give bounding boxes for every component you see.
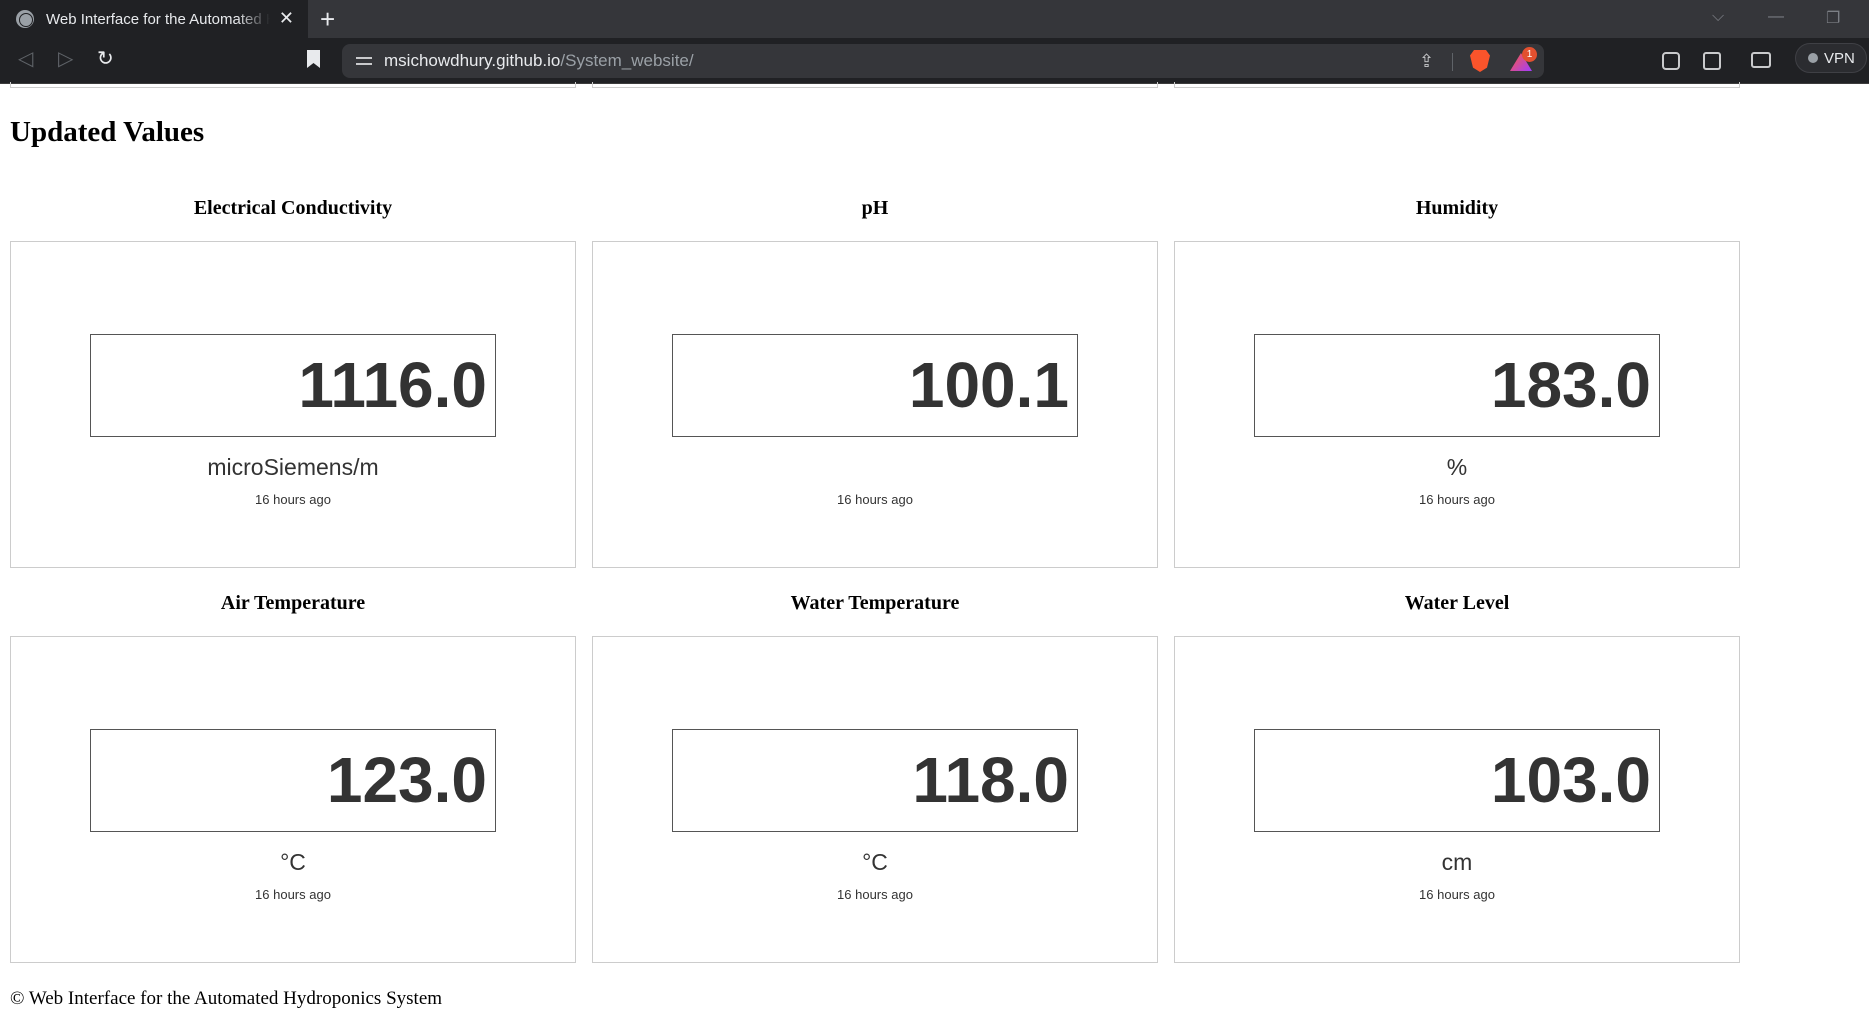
value-display: 1116.0 <box>90 334 496 437</box>
timestamp: 16 hours ago <box>255 492 331 507</box>
minimize-icon[interactable]: — <box>1768 8 1784 26</box>
tab-bar: Web Interface for the Automated Hydropon… <box>0 0 1869 38</box>
close-tab-icon[interactable]: ✕ <box>279 8 294 28</box>
vpn-button[interactable]: VPN <box>1795 43 1867 73</box>
card-water-level: 103.0 cm 16 hours ago <box>1174 636 1740 963</box>
card-ph: 100.1 16 hours ago <box>592 241 1158 568</box>
vpn-label: VPN <box>1824 49 1855 67</box>
unit-label: % <box>1446 454 1468 480</box>
value-display: 118.0 <box>672 729 1078 832</box>
reload-icon[interactable]: ↻ <box>97 48 114 70</box>
value-display: 100.1 <box>672 334 1078 437</box>
page-content: Updated Values Electrical Conductivity 1… <box>0 82 1869 1025</box>
card-title-ph: pH <box>861 197 889 219</box>
brave-shields-icon[interactable] <box>1470 50 1490 72</box>
browser-toolbar: ◁ ▷ ↻ msichowdhury.github.io/System_webs… <box>0 38 1869 84</box>
timestamp: 16 hours ago <box>1419 492 1495 507</box>
timestamp: 16 hours ago <box>1419 887 1495 902</box>
timestamp: 16 hours ago <box>837 887 913 902</box>
vpn-status-icon <box>1808 53 1818 63</box>
timestamp: 16 hours ago <box>255 887 331 902</box>
value-display: 103.0 <box>1254 729 1660 832</box>
value-display: 183.0 <box>1254 334 1660 437</box>
site-info-icon[interactable] <box>356 53 372 69</box>
unit-label: microSiemens/m <box>207 454 379 480</box>
card-title-air-temperature: Air Temperature <box>220 592 366 614</box>
card-title-water-temperature: Water Temperature <box>790 592 960 614</box>
card-electrical-conductivity: 1116.0 microSiemens/m 16 hours ago <box>10 241 576 568</box>
value-display: 123.0 <box>90 729 496 832</box>
footer-copyright: © Web Interface for the Automated Hydrop… <box>10 988 443 1009</box>
previous-card-edge <box>592 82 1158 88</box>
share-icon[interactable]: ⇪ <box>1419 51 1434 72</box>
wallet-icon[interactable] <box>1751 52 1771 68</box>
unit-label: °C <box>280 849 306 875</box>
divider <box>1452 53 1453 71</box>
previous-card-edge <box>1174 82 1740 88</box>
forward-icon[interactable]: ▷ <box>58 48 73 70</box>
section-title: Updated Values <box>10 116 205 148</box>
bookmark-icon[interactable] <box>307 50 320 68</box>
card-title-water-level: Water Level <box>1404 592 1510 614</box>
tab-title: Web Interface for the Automated Hydropon… <box>46 10 270 28</box>
globe-icon <box>16 10 34 28</box>
unit-label: °C <box>862 849 888 875</box>
rewards-badge: 1 <box>1522 47 1537 62</box>
timestamp: 16 hours ago <box>837 492 913 507</box>
back-icon[interactable]: ◁ <box>18 48 33 70</box>
sidebar-icon[interactable] <box>1703 52 1721 70</box>
address-bar[interactable]: msichowdhury.github.io/System_website/ ⇪… <box>342 44 1544 78</box>
extensions-icon[interactable] <box>1662 52 1680 70</box>
new-tab-button[interactable]: + <box>320 5 335 33</box>
restore-icon[interactable]: ❐ <box>1826 8 1840 28</box>
card-humidity: 183.0 % 16 hours ago <box>1174 241 1740 568</box>
unit-label: cm <box>1441 849 1473 875</box>
card-water-temperature: 118.0 °C 16 hours ago <box>592 636 1158 963</box>
browser-tab[interactable]: Web Interface for the Automated Hydropon… <box>0 0 308 38</box>
tab-search-icon[interactable]: ⌵ <box>1712 8 1724 26</box>
url-text[interactable]: msichowdhury.github.io/System_website/ <box>384 51 694 71</box>
card-title-humidity: Humidity <box>1415 197 1499 219</box>
card-title-electrical-conductivity: Electrical Conductivity <box>193 197 393 219</box>
previous-card-edge <box>10 82 576 88</box>
card-air-temperature: 123.0 °C 16 hours ago <box>10 636 576 963</box>
